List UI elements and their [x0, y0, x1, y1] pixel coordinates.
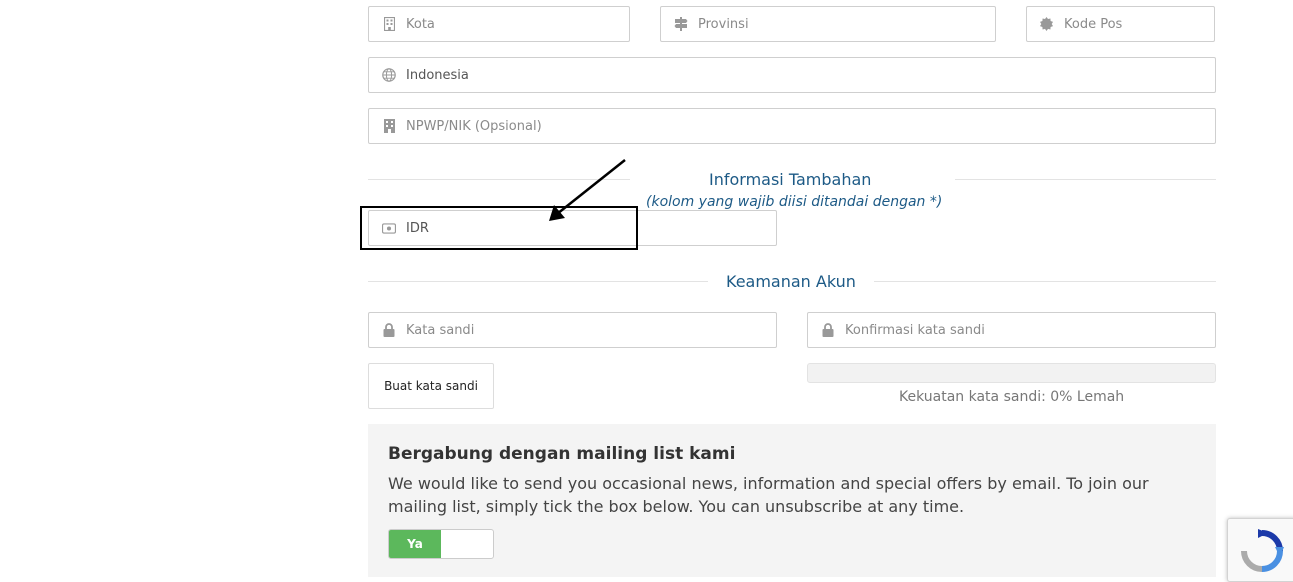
- lock-icon: [821, 323, 835, 337]
- city-field[interactable]: [368, 6, 630, 42]
- account-security-title: Keamanan Akun: [726, 272, 856, 291]
- additional-info-title: Informasi Tambahan: [709, 170, 872, 189]
- recaptcha-badge[interactable]: [1227, 518, 1293, 582]
- province-input[interactable]: [698, 7, 995, 41]
- required-note: (kolom yang wajib diisi ditandai dengan …: [646, 194, 943, 210]
- arrow-annotation: [549, 159, 626, 221]
- security-divider-left: [368, 281, 708, 282]
- country-select[interactable]: Indonesia: [368, 57, 1216, 93]
- mailing-list-toggle[interactable]: Ya: [388, 529, 494, 559]
- globe-icon: [382, 68, 396, 82]
- divider-right: [955, 179, 1216, 180]
- security-divider-right: [874, 281, 1216, 282]
- password-strength-bar: [807, 363, 1216, 383]
- tax-id-input[interactable]: [406, 109, 1215, 143]
- mailing-list-title: Bergabung dengan mailing list kami: [388, 444, 736, 464]
- password-strength-text: Kekuatan kata sandi: 0% Lemah: [899, 389, 1125, 405]
- mailing-list-panel: Bergabung dengan mailing list kami We wo…: [368, 424, 1216, 577]
- recaptcha-icon: [1241, 529, 1284, 572]
- country-value: Indonesia: [406, 67, 469, 83]
- province-field[interactable]: [660, 6, 996, 42]
- tax-id-field[interactable]: [368, 108, 1216, 144]
- password-field[interactable]: [368, 312, 777, 348]
- certificate-icon: [1040, 17, 1054, 31]
- signpost-icon: [674, 17, 688, 31]
- mailing-list-text: We would like to send you occasional new…: [388, 474, 1149, 516]
- city-input[interactable]: [406, 7, 629, 41]
- postcode-input[interactable]: [1064, 7, 1234, 41]
- building-icon: [382, 17, 396, 31]
- password-input[interactable]: [406, 313, 776, 347]
- toggle-on-label: Ya: [389, 530, 441, 558]
- generate-password-button[interactable]: Buat kata sandi: [368, 363, 494, 409]
- confirm-password-input[interactable]: [845, 313, 1215, 347]
- confirm-password-field[interactable]: [807, 312, 1216, 348]
- office-icon: [382, 119, 396, 133]
- postcode-field[interactable]: [1026, 6, 1234, 42]
- lock-icon: [382, 323, 396, 337]
